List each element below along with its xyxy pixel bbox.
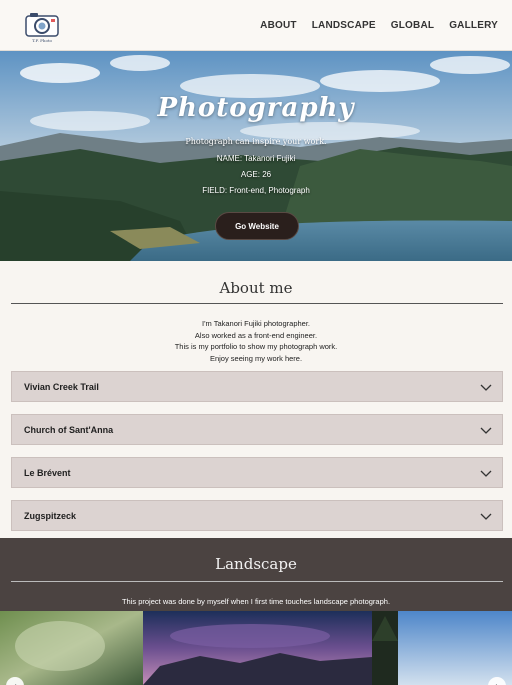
main-nav: ABOUT LANDSCAPE GLOBAL GALLERY [260,20,498,31]
about-line: Enjoy seeing my work here. [209,353,303,363]
hero-name: NAME: Takanori Fujiki [216,154,296,163]
hero-title: Photography [157,93,355,123]
accordion-zugspitzeck[interactable]: Zugspitzeck [11,500,503,531]
accordion-church-of-santanna[interactable]: Church of Sant'Anna [11,414,503,445]
about-line: Also worked as a front-end engineer. [194,330,318,340]
landscape-divider [11,581,503,582]
site-header: T.F. Photo ABOUT LANDSCAPE GLOBAL GALLER… [0,0,512,51]
hero-field: FIELD: Front-end, Photograph [202,186,310,195]
landscape-text: This project was done by myself when I f… [121,597,391,606]
about-title: About me [219,279,293,297]
accordion-label: Church of Sant'Anna [24,425,114,435]
hero-banner: Photography Photograph can inspire your … [0,51,512,261]
about-line: This is my portfolio to show my photogra… [174,342,338,351]
chevron-down-icon [480,427,492,434]
chevron-down-icon [480,470,492,477]
accordion-le-brevent[interactable]: Le Brévent [11,457,503,488]
accordion-vivian-creek-trail[interactable]: Vivian Creek Trail [11,371,503,402]
hero-tagline: Photograph can inspire your work. [185,137,327,146]
about-divider [11,303,503,304]
nav-gallery[interactable]: GALLERY [449,20,498,31]
accordion-label: Zugspitzeck [24,511,77,521]
accordion-label: Vivian Creek Trail [24,382,99,392]
nav-global[interactable]: GLOBAL [391,20,434,31]
chevron-down-icon [480,513,492,520]
logo-text: T.F. Photo [32,38,52,43]
landscape-carousel [0,611,512,685]
go-website-button[interactable]: Go Website [215,212,299,240]
chevron-down-icon [480,384,492,391]
accordion-label: Le Brévent [24,468,71,478]
carousel-images [0,611,512,685]
landscape-title: Landscape [215,555,297,573]
camera-logo-icon[interactable]: T.F. Photo [24,8,60,44]
nav-about[interactable]: ABOUT [260,20,297,31]
about-line: I'm Takanori Fujiki photographer. [201,319,311,328]
landscape-section: Landscape This project was done by mysel… [0,538,512,685]
about-text: I'm Takanori Fujiki photographer. Also w… [0,318,512,364]
hero-age: AGE: 26 [240,170,272,179]
nav-landscape[interactable]: LANDSCAPE [312,20,376,31]
